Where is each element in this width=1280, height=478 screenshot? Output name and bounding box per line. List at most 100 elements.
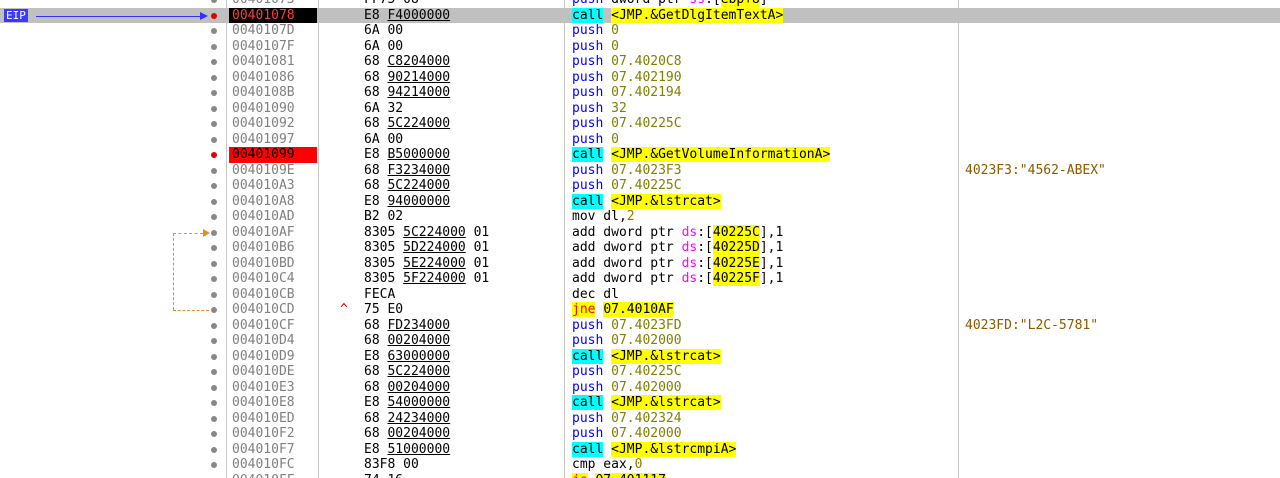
instruction-disassembly: jne 07.4010AF: [572, 302, 674, 318]
instruction-row[interactable]: 004010E3 68 00204000 push 07.402000: [0, 380, 1280, 396]
instruction-mnemonic: push: [572, 317, 604, 333]
instruction-row[interactable]: 00401081 68 C8204000 push 07.4020C8: [0, 54, 1280, 70]
instruction-row[interactable]: 004010E8 E8 54000000 call <JMP.&lstrcat>: [0, 395, 1280, 411]
breakpoint-dot-icon[interactable]: [211, 276, 217, 282]
instruction-mnemonic: call: [572, 147, 604, 162]
loop-jump-arrow-icon: [203, 229, 210, 237]
instruction-row[interactable]: 004010D9 E8 63000000 call <JMP.&lstrcat>: [0, 348, 1280, 365]
breakpoint-dot-icon[interactable]: [211, 198, 217, 205]
instruction-operands: 07.402324: [611, 410, 682, 426]
instruction-row[interactable]: 00401086 68 90214000 push 07.402190: [0, 70, 1280, 86]
breakpoint-dot-icon[interactable]: [211, 59, 217, 65]
breakpoint-dot-icon[interactable]: [211, 245, 217, 251]
instruction-row[interactable]: 00401090 6A 32 push 32: [0, 101, 1280, 117]
instruction-row[interactable]: 0040108B 68 94214000 push 07.402194: [0, 85, 1280, 101]
instruction-row[interactable]: 004010FF 74 16 je 07.401117: [0, 472, 1280, 478]
instruction-mnemonic: push: [572, 23, 604, 38]
instruction-address: 004010F2: [232, 426, 295, 441]
instruction-row[interactable]: 00401092 68 5C224000 push 07.40225C: [0, 116, 1280, 132]
breakpoint-dot-icon[interactable]: [211, 260, 217, 267]
instruction-disassembly: push dword ptr ss:[ebp+8]: [572, 0, 768, 8]
instruction-row[interactable]: 0040107F 6A 00 push 0: [0, 39, 1280, 55]
instruction-address: 00401097: [232, 131, 295, 147]
breakpoint-dot-icon[interactable]: [211, 384, 217, 391]
breakpoint-dot-icon[interactable]: [211, 353, 217, 360]
instruction-operands: dl,2: [595, 209, 635, 224]
eip-label: EIP: [4, 9, 28, 22]
breakpoint-dot-icon[interactable]: [211, 415, 217, 422]
instruction-row[interactable]: 004010A3 68 5C224000 push 07.40225C: [0, 178, 1280, 194]
breakpoint-dot-icon[interactable]: [211, 446, 217, 453]
instruction-bytes: 74 16: [364, 473, 403, 478]
breakpoint-dot-icon[interactable]: [211, 183, 217, 189]
instruction-row[interactable]: 0040109E 68 F3234000 push 07.4023F3 4023F3:…: [0, 163, 1280, 179]
eip-arrow-head-icon: [200, 12, 208, 20]
instruction-row[interactable]: 004010ED 68 24234000 push 07.402324: [0, 411, 1280, 427]
loop-jump-source-line: [173, 310, 209, 311]
instruction-mnemonic: push: [572, 100, 604, 116]
instruction-mnemonic: call: [572, 7, 604, 23]
instruction-row[interactable]: 004010DE 68 5C224000 push 07.40225C: [0, 364, 1280, 380]
breakpoint-dot-icon[interactable]: [211, 152, 217, 158]
instruction-row[interactable]: 004010CF 68 FD234000 push 07.4023FD 4023FD:…: [0, 318, 1280, 334]
breakpoint-dot-icon[interactable]: [211, 291, 217, 298]
instruction-row[interactable]: 004010B6 8305 5D224000 01 add dword ptr ds…: [0, 240, 1280, 256]
instruction-row[interactable]: 004010F7 E8 51000000 call <JMP.&lstrcmpiA>: [0, 441, 1280, 458]
instruction-operands: 07.402000: [611, 379, 682, 395]
instruction-disassembly: add dword ptr ds:[40225D],1: [572, 240, 783, 256]
breakpoint-dot-icon[interactable]: [211, 307, 217, 313]
instruction-disassembly: cmp eax,0: [572, 457, 642, 473]
breakpoint-dot-icon[interactable]: [211, 431, 217, 437]
instruction-address: 004010ED: [232, 410, 295, 426]
breakpoint-dot-icon[interactable]: [211, 167, 217, 174]
instruction-disassembly: push 07.40225C: [572, 364, 682, 380]
instruction-address: 004010AD: [232, 209, 295, 224]
instruction-operands: dword ptr ds:[40225D],1: [595, 240, 784, 255]
instruction-row[interactable]: 004010AD B2 02 mov dl,2: [0, 209, 1280, 225]
breakpoint-dot-icon[interactable]: [211, 121, 217, 127]
instruction-row[interactable]: 00401099 E8 B5000000 call <JMP.&GetVolumeI…: [0, 147, 1280, 163]
instruction-bytes: 8305 5D224000 01: [364, 240, 490, 255]
breakpoint-dot-icon[interactable]: [211, 136, 217, 143]
breakpoint-dot-icon[interactable]: [211, 12, 217, 19]
instruction-row[interactable]: 004010F2 68 00204000 push 07.402000: [0, 426, 1280, 442]
instruction-row[interactable]: 004010BD 8305 5E224000 01 add dword ptr ds…: [0, 255, 1280, 272]
breakpoint-dot-icon[interactable]: [211, 214, 217, 220]
instruction-disassembly: call <JMP.&lstrcat>: [572, 193, 721, 210]
jump-up-marker-icon: ^: [340, 302, 348, 317]
breakpoint-dot-icon[interactable]: [211, 462, 217, 468]
instruction-row[interactable]: 004010C4 8305 5F224000 01 add dword ptr ds…: [0, 271, 1280, 287]
instruction-disassembly: push 0: [572, 23, 619, 39]
breakpoint-dot-icon[interactable]: [211, 90, 217, 96]
instruction-row[interactable]: 004010CB FECA dec dl: [0, 287, 1280, 303]
breakpoint-dot-icon[interactable]: [211, 28, 217, 34]
instruction-row[interactable]: 00401097 6A 00 push 0: [0, 132, 1280, 148]
instruction-row[interactable]: 004010FC 83F8 00 cmp eax,0: [0, 457, 1280, 473]
eip-arrow-icon: [36, 16, 204, 17]
instruction-address: 004010D9: [232, 348, 295, 364]
instruction-row[interactable]: 00401073 FF75 08 push dword ptr ss:[ebp+8]: [0, 0, 1280, 8]
breakpoint-dot-icon[interactable]: [211, 229, 217, 236]
breakpoint-dot-icon[interactable]: [211, 74, 217, 81]
instruction-bytes: FECA: [364, 286, 396, 302]
instruction-row[interactable]: 0040107D 6A 00 push 0: [0, 23, 1280, 39]
breakpoint-dot-icon[interactable]: [211, 105, 217, 112]
breakpoint-dot-icon[interactable]: [211, 0, 217, 3]
instruction-row[interactable]: 004010D4 68 00204000 push 07.402000: [0, 333, 1280, 349]
instruction-row[interactable]: 004010A8 E8 94000000 call <JMP.&lstrcat>: [0, 193, 1280, 210]
breakpoint-dot-icon[interactable]: [211, 43, 217, 50]
breakpoint-dot-icon[interactable]: [211, 338, 217, 344]
instruction-bytes: 8305 5C224000 01: [364, 224, 490, 240]
instruction-address: 004010A3: [232, 178, 295, 193]
instruction-bytes: 68 FD234000: [364, 317, 451, 333]
instruction-disassembly: push 07.402000: [572, 380, 682, 396]
instruction-mnemonic: push: [572, 426, 604, 441]
breakpoint-dot-icon[interactable]: [211, 322, 217, 329]
instruction-operands: 07.4023FD: [611, 317, 682, 333]
disassembly-view[interactable]: 00401073 FF75 08 push dword ptr ss:[ebp+8]…: [0, 0, 1280, 478]
breakpoint-dot-icon[interactable]: [211, 400, 217, 406]
breakpoint-dot-icon[interactable]: [211, 369, 217, 375]
instruction-address: 004010F7: [232, 441, 295, 457]
instruction-mnemonic: add: [572, 224, 596, 240]
instruction-bytes: 6A 32: [364, 100, 404, 116]
